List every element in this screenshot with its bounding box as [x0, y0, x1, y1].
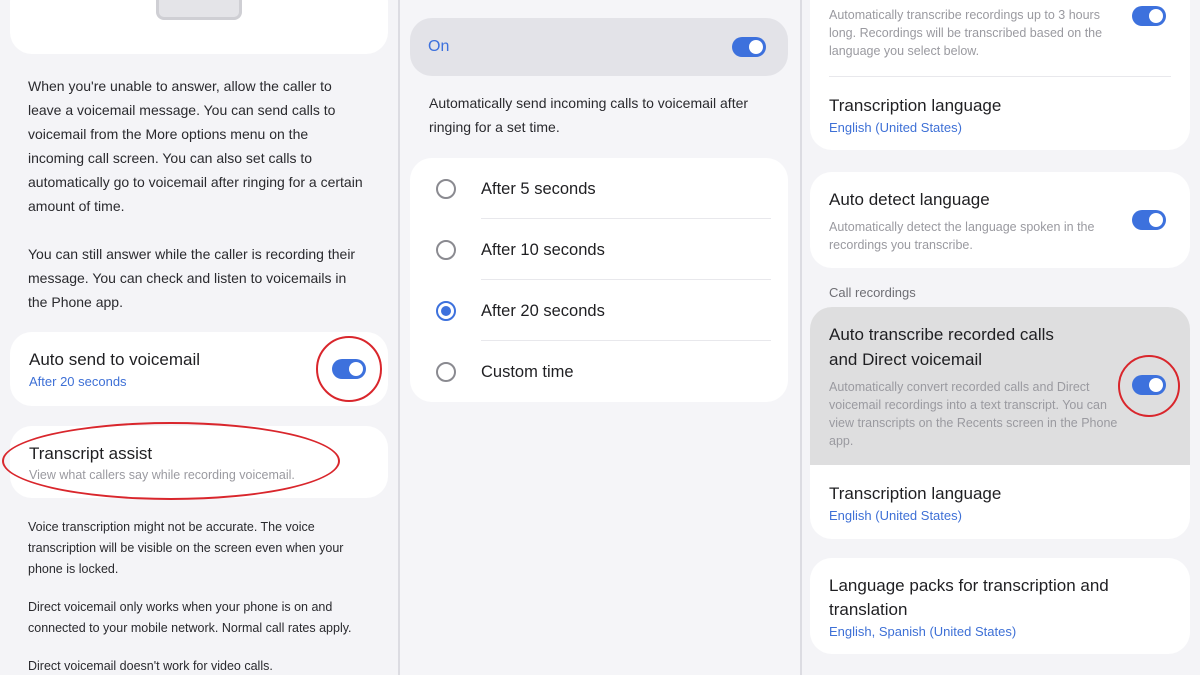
- radio-custom-time[interactable]: [436, 362, 456, 382]
- language-packs-title-line-2: translation: [829, 600, 908, 619]
- left-panel: When you're unable to answer, allow the …: [0, 0, 398, 675]
- transcription-language-value-1: English (United States): [829, 120, 962, 135]
- master-switch-bar[interactable]: On: [410, 18, 788, 76]
- language-packs-value: English, Spanish (United States): [829, 624, 1017, 639]
- language-packs-card[interactable]: Language packs for transcription and tra…: [810, 558, 1190, 654]
- transcription-language-title-1[interactable]: Transcription language: [829, 96, 1001, 116]
- option-divider: [481, 340, 771, 341]
- transcription-note: Voice transcription might not be accurat…: [28, 520, 344, 576]
- options-card: After 5 seconds After 10 seconds After 2…: [410, 158, 788, 402]
- transcription-settings-card: Automatically transcribe recordings up t…: [810, 0, 1190, 150]
- transcribe-recordings-description: Automatically transcribe recordings up t…: [829, 8, 1103, 58]
- option-divider: [481, 279, 771, 280]
- middle-description: Automatically send incoming calls to voi…: [429, 95, 749, 135]
- right-panel: Automatically transcribe recordings up t…: [802, 0, 1200, 675]
- highlight-circle: [316, 336, 382, 402]
- section-header-call-recordings: Call recordings: [829, 285, 916, 300]
- transcription-language-value-2: English (United States): [829, 508, 962, 523]
- radio-5-seconds[interactable]: [436, 179, 456, 199]
- highlight-ellipse: [2, 422, 340, 500]
- transcribe-recordings-toggle[interactable]: [1132, 6, 1166, 26]
- auto-transcribe-description: Automatically convert recorded calls and…: [829, 380, 1118, 448]
- master-switch-toggle[interactable]: [732, 37, 766, 57]
- auto-detect-title: Auto detect language: [829, 190, 990, 209]
- radio-10-seconds[interactable]: [436, 240, 456, 260]
- voicemail-description-2: You can still answer while the caller is…: [28, 246, 356, 310]
- auto-detect-description: Automatically detect the language spoken…: [829, 220, 1095, 252]
- master-switch-label: On: [428, 38, 450, 55]
- radio-20-seconds[interactable]: [436, 301, 456, 321]
- language-packs-title-line-1: Language packs for transcription and: [829, 576, 1109, 595]
- transcription-language-title-2[interactable]: Transcription language: [829, 484, 1001, 504]
- option-label-custom-time: Custom time: [481, 363, 574, 381]
- auto-send-subtitle: After 20 seconds: [29, 374, 127, 389]
- option-label-20-seconds: After 20 seconds: [481, 302, 605, 320]
- video-calls-note: Direct voicemail doesn't work for video …: [28, 659, 273, 673]
- highlight-circle: [1118, 355, 1180, 417]
- auto-transcribe-card: Auto transcribe recorded calls and Direc…: [810, 307, 1190, 539]
- auto-detect-toggle[interactable]: [1132, 210, 1166, 230]
- direct-voicemail-note: Direct voicemail only works when your ph…: [28, 600, 352, 635]
- illustration-icon: [156, 0, 242, 20]
- option-label-5-seconds: After 5 seconds: [481, 180, 596, 198]
- auto-transcribe-title-line-2: and Direct voicemail: [829, 350, 983, 369]
- option-label-10-seconds: After 10 seconds: [481, 241, 605, 259]
- card-divider: [829, 76, 1171, 77]
- option-divider: [481, 218, 771, 219]
- middle-panel: On Automatically send incoming calls to …: [400, 0, 800, 675]
- auto-send-title: Auto send to voicemail: [29, 350, 201, 369]
- illustration-card: [10, 0, 388, 54]
- auto-detect-card[interactable]: Auto detect language Automatically detec…: [810, 172, 1190, 268]
- auto-transcribe-title-line-1: Auto transcribe recorded calls: [829, 325, 1054, 344]
- voicemail-description-1: When you're unable to answer, allow the …: [28, 78, 363, 214]
